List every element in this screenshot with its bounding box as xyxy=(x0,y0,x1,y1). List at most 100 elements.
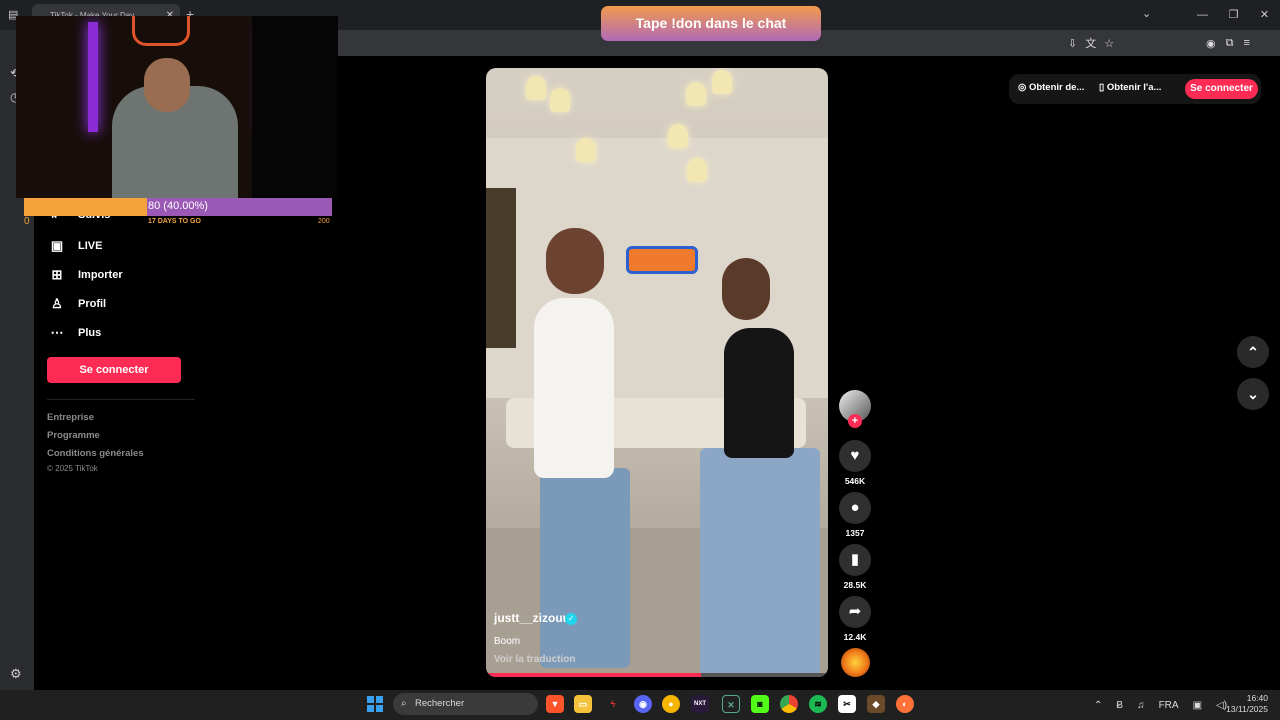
bookmark-icon: ▮ xyxy=(850,551,860,568)
address-bar-actions: ⇩ 文 ☆ xyxy=(1068,30,1114,56)
close-window-button[interactable]: ✕ xyxy=(1249,0,1280,30)
window-controls: — ❐ ✕ xyxy=(1187,0,1280,30)
sidebar-item-live[interactable]: ▣ LIVE xyxy=(50,238,103,254)
tray-overflow-icon[interactable]: ⌃ xyxy=(1094,700,1102,711)
sidebar-login-button[interactable]: Se connecter xyxy=(47,357,181,383)
sidebar-item-label: Profil xyxy=(78,298,107,310)
lightning-app-icon[interactable]: ϟ xyxy=(604,695,622,713)
search-icon: ⌕ xyxy=(401,698,407,709)
music-disc-icon[interactable] xyxy=(841,648,870,677)
install-app-icon[interactable]: ⇩ xyxy=(1068,37,1077,50)
follow-plus-icon[interactable]: + xyxy=(848,414,862,428)
kick-app-icon[interactable]: ◙ xyxy=(751,695,769,713)
settings-gear-icon[interactable]: ⚙ xyxy=(10,666,22,682)
man-shirt xyxy=(534,298,614,478)
pendant-lamp xyxy=(526,76,546,100)
video-progress-fill xyxy=(486,673,702,677)
tab-search-chevron-icon[interactable]: ⌄ xyxy=(1142,7,1151,20)
gaming-chair xyxy=(132,16,190,46)
share-arrow-icon: ➦ xyxy=(848,603,862,620)
minimize-button[interactable]: — xyxy=(1187,0,1218,30)
comment-button[interactable]: ● xyxy=(839,492,871,524)
file-explorer-icon[interactable]: ▭ xyxy=(574,695,592,713)
get-app-label: Obtenir l'a... xyxy=(1106,82,1162,93)
yellow-app-icon[interactable]: ● xyxy=(662,695,680,713)
goal-progress-fill xyxy=(24,198,148,216)
video-author[interactable]: justt__zizouu xyxy=(494,611,570,625)
taskbar-clock[interactable]: 16:40 13/11/2025 xyxy=(1222,693,1268,715)
more-dots-icon: ⋯ xyxy=(50,325,64,340)
language-indicator[interactable]: FRA xyxy=(1159,700,1179,711)
verified-icon: ✓ xyxy=(565,613,577,625)
next-app-icon[interactable]: NXT xyxy=(691,695,709,713)
brave-icon[interactable]: ▼ xyxy=(546,695,564,713)
save-button[interactable]: ▮ xyxy=(839,544,871,576)
top-login-button[interactable]: Se connecter xyxy=(1185,79,1258,99)
footer-link-program[interactable]: Programme xyxy=(47,430,100,441)
comment-icon: ● xyxy=(850,499,860,516)
woman-head xyxy=(722,258,770,320)
chevron-up-icon: ⌃ xyxy=(1247,344,1259,360)
search-placeholder: Rechercher xyxy=(415,698,465,709)
chrome-icon[interactable] xyxy=(780,695,798,713)
maximize-button[interactable]: ❐ xyxy=(1218,0,1249,30)
pendant-lamp xyxy=(712,70,732,94)
share-button[interactable]: ➦ xyxy=(839,596,871,628)
webcam-overlay xyxy=(16,16,338,198)
see-translation-link[interactable]: Voir la traduction xyxy=(494,654,576,665)
sidebar-item-label: Plus xyxy=(78,327,102,339)
game-app-icon[interactable]: ◆ xyxy=(867,695,885,713)
tray-app-icon[interactable]: Ƀ xyxy=(1116,700,1123,711)
woman-jeans xyxy=(700,448,820,677)
windows-start-icon[interactable] xyxy=(367,696,383,712)
copyright: © 2025 TikTok xyxy=(47,464,98,473)
pendant-lamp xyxy=(550,88,570,112)
previous-video-button[interactable]: ⌃ xyxy=(1237,336,1269,368)
save-count: 28.5K xyxy=(843,580,867,590)
like-button[interactable]: ♥ xyxy=(839,440,871,472)
video-progress-bar[interactable] xyxy=(486,673,828,677)
footer-link-terms[interactable]: Conditions générales xyxy=(47,448,144,459)
donation-banner: Tape !don dans le chat xyxy=(601,6,821,41)
comment-count: 1357 xyxy=(845,528,865,538)
taskbar-search[interactable]: ⌕ Rechercher xyxy=(393,693,538,715)
translate-icon[interactable]: 文 xyxy=(1085,35,1096,51)
pendant-lamp xyxy=(576,138,596,162)
video-player[interactable] xyxy=(486,68,828,677)
next-video-button[interactable]: ⌄ xyxy=(1237,378,1269,410)
sidebar-divider xyxy=(47,399,195,400)
get-coins-label: Obtenir de... xyxy=(1028,82,1085,93)
system-tray: ⌃ Ƀ ♫ FRA ▣ ◁) xyxy=(1094,690,1227,720)
extensions-icon[interactable]: ⧉ xyxy=(1226,37,1234,50)
network-icon[interactable]: ▣ xyxy=(1193,700,1202,711)
woman-top xyxy=(724,328,794,458)
water-gun xyxy=(626,246,698,274)
goal-max: 200 xyxy=(318,218,330,225)
terminal-icon[interactable]: ✕ xyxy=(722,695,740,713)
pendant-lamp xyxy=(668,124,688,148)
man-jeans xyxy=(540,468,630,668)
browser-menu-icons: ◉ ⧉ ≡ xyxy=(1206,30,1250,56)
spotify-icon[interactable]: ≋ xyxy=(809,695,827,713)
menu-icon[interactable]: ≡ xyxy=(1243,37,1249,49)
footer-link-company[interactable]: Entreprise xyxy=(47,412,94,423)
dark-area xyxy=(252,16,338,198)
firefox-icon[interactable]: ◐ xyxy=(896,695,914,713)
capcut-icon[interactable]: ✂ xyxy=(838,695,856,713)
streamer-head xyxy=(144,58,190,112)
video-caption: Boom xyxy=(494,636,521,647)
get-coins-button[interactable]: ◎ Obtenir de... xyxy=(1018,82,1084,93)
sidebar-item-more[interactable]: ⋯ Plus xyxy=(50,325,102,341)
man-head xyxy=(546,228,604,294)
get-app-button[interactable]: ▯ Obtenir l'a... xyxy=(1099,82,1161,93)
bookmark-star-icon[interactable]: ☆ xyxy=(1104,37,1114,50)
sidebar-item-upload[interactable]: ⊞ Importer xyxy=(50,267,123,283)
led-light xyxy=(88,22,98,132)
sidebar-item-profile[interactable]: ♙ Profil xyxy=(50,296,106,312)
discord-icon[interactable]: ◉ xyxy=(634,695,652,713)
microphone-icon[interactable]: ♫ xyxy=(1137,700,1145,711)
goal-days-left: 17 DAYS TO GO xyxy=(148,218,201,225)
profile-icon[interactable]: ◉ xyxy=(1206,37,1216,50)
pendant-lamp xyxy=(687,158,707,182)
like-count: 546K xyxy=(844,476,866,486)
